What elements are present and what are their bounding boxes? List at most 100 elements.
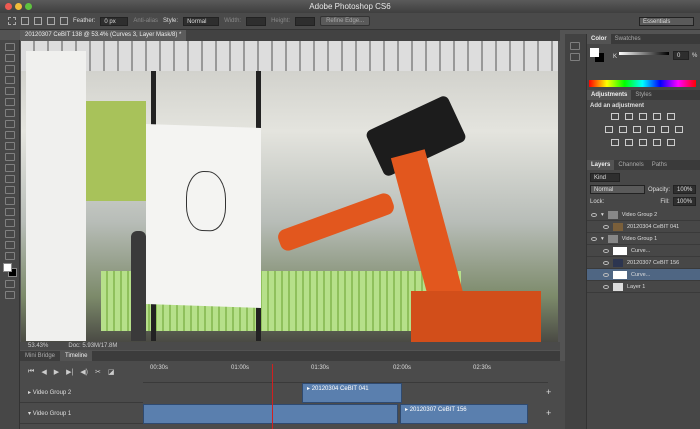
add-selection-icon[interactable]: [34, 17, 42, 25]
track-header[interactable]: ▾ Video Group 1: [20, 404, 143, 424]
vibrance-icon[interactable]: [667, 113, 675, 120]
time-ruler[interactable]: 00:30s 01:00s 01:30s 02:00s 02:30s: [143, 361, 548, 383]
screen-mode-icon[interactable]: [5, 291, 15, 299]
document-tab[interactable]: 20120307 CeBIT 138 @ 53.4% (Curves 3, La…: [20, 30, 187, 41]
quick-select-tool-icon[interactable]: [5, 76, 15, 84]
next-frame-icon[interactable]: ▶|: [66, 368, 73, 383]
color-ramp[interactable]: [589, 80, 696, 87]
workspace-select[interactable]: Essentials: [639, 16, 694, 26]
exposure-icon[interactable]: [653, 113, 661, 120]
timeline-clip[interactable]: ▸ 20120304 CeBIT 041: [302, 383, 402, 403]
color-balance-icon[interactable]: [619, 126, 627, 133]
gradient-map-icon[interactable]: [653, 139, 661, 146]
new-selection-icon[interactable]: [21, 17, 29, 25]
k-slider[interactable]: [619, 52, 669, 55]
blend-mode-select[interactable]: Normal: [590, 185, 645, 194]
blur-tool-icon[interactable]: [5, 175, 15, 183]
visibility-eye-icon[interactable]: [591, 236, 597, 241]
first-frame-icon[interactable]: ⏮: [28, 368, 34, 383]
zoom-button[interactable]: [25, 3, 32, 10]
threshold-icon[interactable]: [639, 139, 647, 146]
tab-styles[interactable]: Styles: [631, 90, 655, 100]
k-input[interactable]: 0: [673, 51, 689, 60]
doc-size[interactable]: Doc: 5.93M/17.8M: [68, 342, 117, 350]
playhead[interactable]: [272, 364, 273, 429]
layer-row[interactable]: 20120307 CeBIT 156: [587, 257, 700, 269]
previous-frame-icon[interactable]: ◀: [41, 368, 46, 383]
feather-input[interactable]: 0 px: [100, 16, 129, 26]
visibility-eye-icon[interactable]: [591, 212, 597, 217]
antialias-checkbox[interactable]: Anti-alias: [133, 18, 158, 24]
selective-color-icon[interactable]: [667, 139, 675, 146]
black-white-icon[interactable]: [633, 126, 641, 133]
brightness-icon[interactable]: [611, 113, 619, 120]
visibility-eye-icon[interactable]: [603, 260, 609, 265]
lasso-tool-icon[interactable]: [5, 65, 15, 73]
height-input[interactable]: [295, 16, 316, 26]
tab-swatches[interactable]: Swatches: [611, 34, 645, 44]
properties-panel-icon[interactable]: [570, 53, 580, 61]
pen-tool-icon[interactable]: [5, 197, 15, 205]
eraser-tool-icon[interactable]: [5, 153, 15, 161]
hand-tool-icon[interactable]: [5, 241, 15, 249]
move-tool-icon[interactable]: [5, 43, 15, 51]
layer-row[interactable]: Layer 1: [587, 281, 700, 293]
channel-mixer-icon[interactable]: [661, 126, 669, 133]
play-icon[interactable]: ▶: [54, 368, 59, 383]
healing-tool-icon[interactable]: [5, 109, 15, 117]
shape-tool-icon[interactable]: [5, 230, 15, 238]
tab-paths[interactable]: Paths: [648, 160, 671, 170]
width-input[interactable]: [246, 16, 267, 26]
visibility-eye-icon[interactable]: [603, 272, 609, 277]
filter-kind-select[interactable]: Kind: [590, 173, 620, 182]
visibility-eye-icon[interactable]: [603, 224, 609, 229]
tab-timeline[interactable]: Timeline: [60, 351, 93, 361]
timeline-clip[interactable]: ▸ 20120307 CeBIT 156: [400, 404, 528, 424]
layer-row[interactable]: 20120304 CeBIT 041: [587, 221, 700, 233]
refine-edge-button[interactable]: Refine Edge...: [320, 16, 371, 26]
split-icon[interactable]: ✂: [95, 368, 101, 383]
track-header[interactable]: ▸ Video Group 2: [20, 383, 143, 403]
zoom-level[interactable]: 53.43%: [28, 342, 48, 350]
fill-input[interactable]: 100%: [672, 197, 697, 206]
visibility-eye-icon[interactable]: [603, 248, 609, 253]
dodge-tool-icon[interactable]: [5, 186, 15, 194]
layer-row[interactable]: ▾ Video Group 2: [587, 209, 700, 221]
levels-icon[interactable]: [625, 113, 633, 120]
add-media-icon[interactable]: +: [546, 387, 551, 397]
tab-mini-bridge[interactable]: Mini Bridge: [20, 351, 60, 361]
tab-layers[interactable]: Layers: [587, 160, 615, 170]
intersect-selection-icon[interactable]: [60, 17, 68, 25]
type-tool-icon[interactable]: [5, 208, 15, 216]
marquee-tool-icon[interactable]: [5, 54, 15, 62]
tab-channels[interactable]: Channels: [614, 160, 647, 170]
minimize-button[interactable]: [15, 3, 22, 10]
color-lookup-icon[interactable]: [675, 126, 683, 133]
curves-icon[interactable]: [639, 113, 647, 120]
brush-tool-icon[interactable]: [5, 120, 15, 128]
tab-adjustments[interactable]: Adjustments: [587, 90, 632, 100]
invert-icon[interactable]: [611, 139, 619, 146]
layer-row[interactable]: ▾ Video Group 1: [587, 233, 700, 245]
canvas-image[interactable]: [21, 41, 558, 342]
color-swatches[interactable]: [3, 263, 17, 277]
path-select-tool-icon[interactable]: [5, 219, 15, 227]
crop-tool-icon[interactable]: [5, 87, 15, 95]
hue-saturation-icon[interactable]: [605, 126, 613, 133]
gradient-tool-icon[interactable]: [5, 164, 15, 172]
tab-color[interactable]: Color: [587, 34, 611, 44]
layer-row[interactable]: Curve...: [587, 245, 700, 257]
close-button[interactable]: [5, 3, 12, 10]
timeline-clip[interactable]: [143, 404, 398, 424]
visibility-eye-icon[interactable]: [603, 284, 609, 289]
transition-icon[interactable]: ◪: [108, 368, 115, 383]
marquee-icon[interactable]: [8, 17, 16, 25]
opacity-input[interactable]: 100%: [673, 185, 697, 194]
history-panel-icon[interactable]: [570, 42, 580, 50]
layer-row-selected[interactable]: Curve...: [587, 269, 700, 281]
quick-mask-icon[interactable]: [5, 280, 15, 288]
style-select[interactable]: Normal: [183, 16, 220, 26]
subtract-selection-icon[interactable]: [47, 17, 55, 25]
zoom-tool-icon[interactable]: [5, 252, 15, 260]
history-brush-tool-icon[interactable]: [5, 142, 15, 150]
